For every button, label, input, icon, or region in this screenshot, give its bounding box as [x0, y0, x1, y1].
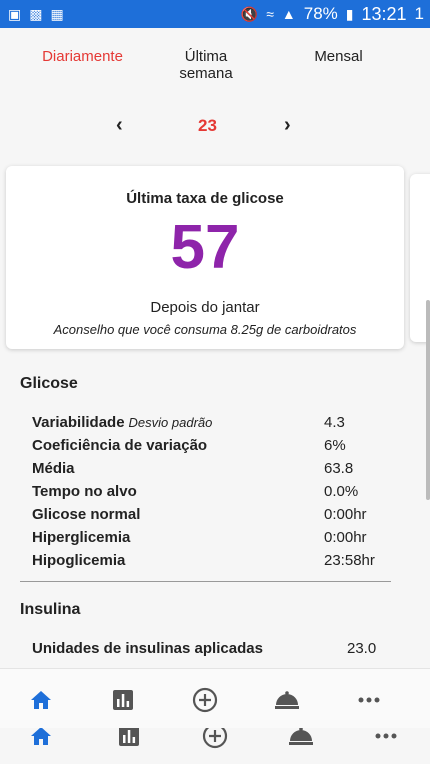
nav-meals[interactable]	[273, 686, 301, 714]
stat-row-hypo: Hipoglicemia 23:58hr	[32, 552, 375, 569]
ghost-nav-home	[27, 728, 55, 750]
section-divider	[20, 581, 391, 582]
glucose-value: 57	[170, 213, 240, 282]
clock: 13:21	[361, 3, 407, 24]
std-dev-caption: Desvio padrão	[128, 415, 213, 430]
nav-add[interactable]	[191, 686, 219, 714]
chart-icon	[119, 728, 139, 746]
overflow-count: 1	[414, 4, 424, 23]
next-day-button[interactable]: ›	[284, 114, 291, 137]
duplicate-bottom-navigation	[0, 728, 430, 764]
wifi-icon: ≈	[266, 6, 274, 22]
meal-icon	[289, 728, 313, 745]
carb-advice: Aconselho que você consuma 8.25g de carb…	[53, 322, 357, 337]
add-icon	[202, 728, 228, 749]
mute-icon: 🔇	[240, 5, 259, 22]
battery-icon: ▮	[345, 5, 354, 22]
stat-row-variability: Variabilidade Desvio padrão 4.3	[32, 414, 345, 431]
stat-row-cv: Coeficiência de variação 6%	[32, 437, 346, 454]
contact-card-icon: ▩	[29, 5, 43, 22]
tab-monthly[interactable]: Mensal	[247, 48, 430, 82]
nav-more[interactable]	[355, 686, 383, 714]
current-day: 23	[198, 116, 217, 135]
more-icon	[358, 697, 380, 703]
tab-daily[interactable]: Diariamente	[0, 48, 165, 82]
signal-icon: ▲	[281, 6, 296, 22]
ghost-nav-meals	[287, 728, 315, 750]
home-icon	[31, 691, 51, 709]
status-bar: ▣ ▩ ▦ 🔇 ≈ ▲ 78% ▮ 13:21 1	[0, 0, 430, 28]
more-icon	[375, 733, 397, 739]
tab-last-week[interactable]: Última semana	[165, 48, 247, 82]
stat-row-mean: Média 63.8	[32, 460, 354, 477]
card-title: Última taxa de glicose	[126, 190, 284, 207]
stat-row-time-in-range: Tempo no alvo 0.0%	[32, 483, 359, 500]
sim-icon: ▦	[50, 5, 64, 22]
bottom-navigation	[0, 668, 430, 729]
day-navigation: ‹ 23 ›	[0, 114, 430, 136]
ghost-nav-add	[201, 728, 229, 750]
meal-icon	[275, 691, 299, 709]
image-notification-icon: ▣	[8, 5, 22, 22]
latest-glucose-card[interactable]: Última taxa de glicose 57 Depois do jant…	[6, 166, 404, 349]
battery-percent: 78%	[303, 4, 338, 23]
home-icon	[31, 728, 51, 745]
period-tabs: Diariamente Última semana Mensal	[0, 48, 430, 82]
stat-row-normal: Glicose normal 0:00hr	[32, 506, 367, 523]
stat-row-insulin-units: Unidades de insulinas aplicadas 23.0	[32, 640, 377, 657]
scrollbar[interactable]	[426, 300, 430, 500]
nav-home[interactable]	[27, 686, 55, 714]
chart-icon	[113, 690, 133, 710]
add-icon	[192, 687, 218, 713]
nav-statistics[interactable]	[109, 686, 137, 714]
glucose-heading: Glicose	[20, 375, 78, 392]
ghost-nav-more	[372, 728, 400, 750]
ghost-nav-statistics	[115, 728, 143, 750]
stat-row-hyper: Hiperglicemia 0:00hr	[32, 529, 367, 546]
meal-context: Depois do jantar	[150, 299, 260, 316]
insulin-heading: Insulina	[20, 601, 81, 618]
